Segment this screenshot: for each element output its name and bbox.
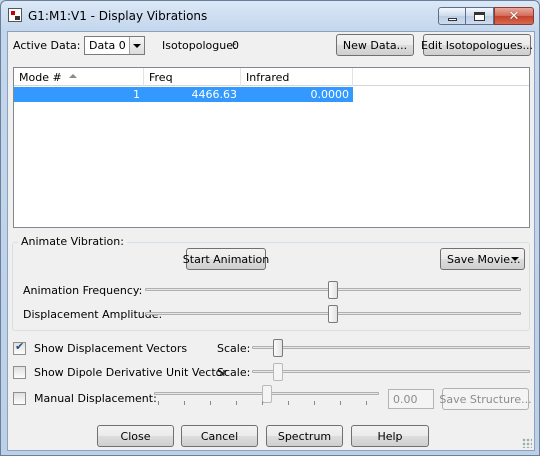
vibration-modes-table[interactable]: Mode # Freq Infrared 1 4466.63 0.0000 <box>13 67 530 228</box>
table-row[interactable]: 1 4466.63 0.0000 <box>14 87 353 102</box>
manual-displacement-checkbox[interactable] <box>13 392 26 405</box>
help-button[interactable]: Help <box>351 425 429 447</box>
slider-thumb[interactable] <box>273 339 283 357</box>
animation-frequency-label: Animation Frequency: <box>23 284 143 297</box>
animate-vibration-label: Animate Vibration: <box>18 235 127 248</box>
slider-track <box>252 370 530 373</box>
animation-frequency-slider[interactable] <box>145 280 521 300</box>
slider-ticks <box>158 401 375 405</box>
show-dipole-derivative-checkbox[interactable] <box>13 366 26 379</box>
sort-ascending-icon <box>69 74 77 78</box>
maximize-button[interactable] <box>466 7 494 25</box>
manual-displacement-slider[interactable] <box>154 384 379 405</box>
manual-displacement-value-field[interactable]: 0.00 <box>388 389 434 409</box>
spectrum-button[interactable]: Spectrum <box>266 425 343 447</box>
save-movie-button[interactable]: Save Movie... <box>440 248 525 270</box>
close-icon: ✕ <box>508 8 520 24</box>
cell-freq: 4466.63 <box>191 88 238 101</box>
cancel-button[interactable]: Cancel <box>181 425 258 447</box>
minimize-button[interactable] <box>438 7 466 25</box>
slider-thumb[interactable] <box>328 305 338 323</box>
active-data-dropdown[interactable]: Data 0 <box>84 36 145 55</box>
dialog-body: Active Data: Data 0 Isotopologue: 0 New … <box>7 31 535 451</box>
show-displacement-vectors-label: Show Displacement Vectors <box>34 342 188 355</box>
start-animation-button[interactable]: Start Animation <box>183 248 269 270</box>
vectors-scale-label: Scale: <box>217 342 251 355</box>
app-icon[interactable] <box>8 8 22 22</box>
minimize-icon <box>447 17 457 21</box>
save-structure-button[interactable]: Save Structure... <box>439 388 532 410</box>
vectors-scale-slider[interactable] <box>252 338 530 358</box>
close-window-button[interactable]: ✕ <box>494 7 534 25</box>
window-title: G1:M1:V1 - Display Vibrations <box>28 9 208 23</box>
dipole-scale-label: Scale: <box>217 366 251 379</box>
title-bar[interactable]: G1:M1:V1 - Display Vibrations ✕ <box>1 1 539 31</box>
new-data-button[interactable]: New Data... <box>336 34 414 56</box>
active-data-label: Active Data: <box>13 39 81 52</box>
slider-thumb[interactable] <box>273 363 283 381</box>
cell-infrared: 0.0000 <box>310 88 350 101</box>
column-header-infrared[interactable]: Infrared <box>241 68 353 86</box>
maximize-icon <box>474 11 485 21</box>
manual-displacement-label: Manual Displacement: <box>34 392 157 405</box>
slider-thumb[interactable] <box>328 281 338 299</box>
table-header: Mode # Freq Infrared <box>14 68 529 86</box>
show-dipole-derivative-label: Show Dipole Derivative Unit Vector <box>34 366 227 379</box>
resize-grip-icon[interactable] <box>522 438 532 448</box>
column-header-freq[interactable]: Freq <box>144 68 241 86</box>
dipole-scale-slider[interactable] <box>252 362 530 382</box>
close-button[interactable]: Close <box>97 425 174 447</box>
dropdown-arrow-icon <box>129 37 144 54</box>
column-header-mode[interactable]: Mode # <box>14 68 144 86</box>
displacement-amplitude-slider[interactable] <box>145 304 521 324</box>
displacement-amplitude-label: Displacement Amplitude: <box>23 308 163 321</box>
cell-mode: 1 <box>133 88 140 101</box>
dropdown-arrow-icon <box>511 257 519 261</box>
show-displacement-vectors-checkbox[interactable] <box>13 340 26 355</box>
active-data-value: Data 0 <box>89 39 126 52</box>
isotopologue-label: Isotopologue: <box>162 39 237 52</box>
isotopologue-value: 0 <box>232 39 239 52</box>
edit-isotopologues-button[interactable]: Edit Isotopologues... <box>421 34 533 56</box>
slider-track <box>252 346 530 349</box>
display-vibrations-window: G1:M1:V1 - Display Vibrations ✕ Active D… <box>0 0 540 456</box>
